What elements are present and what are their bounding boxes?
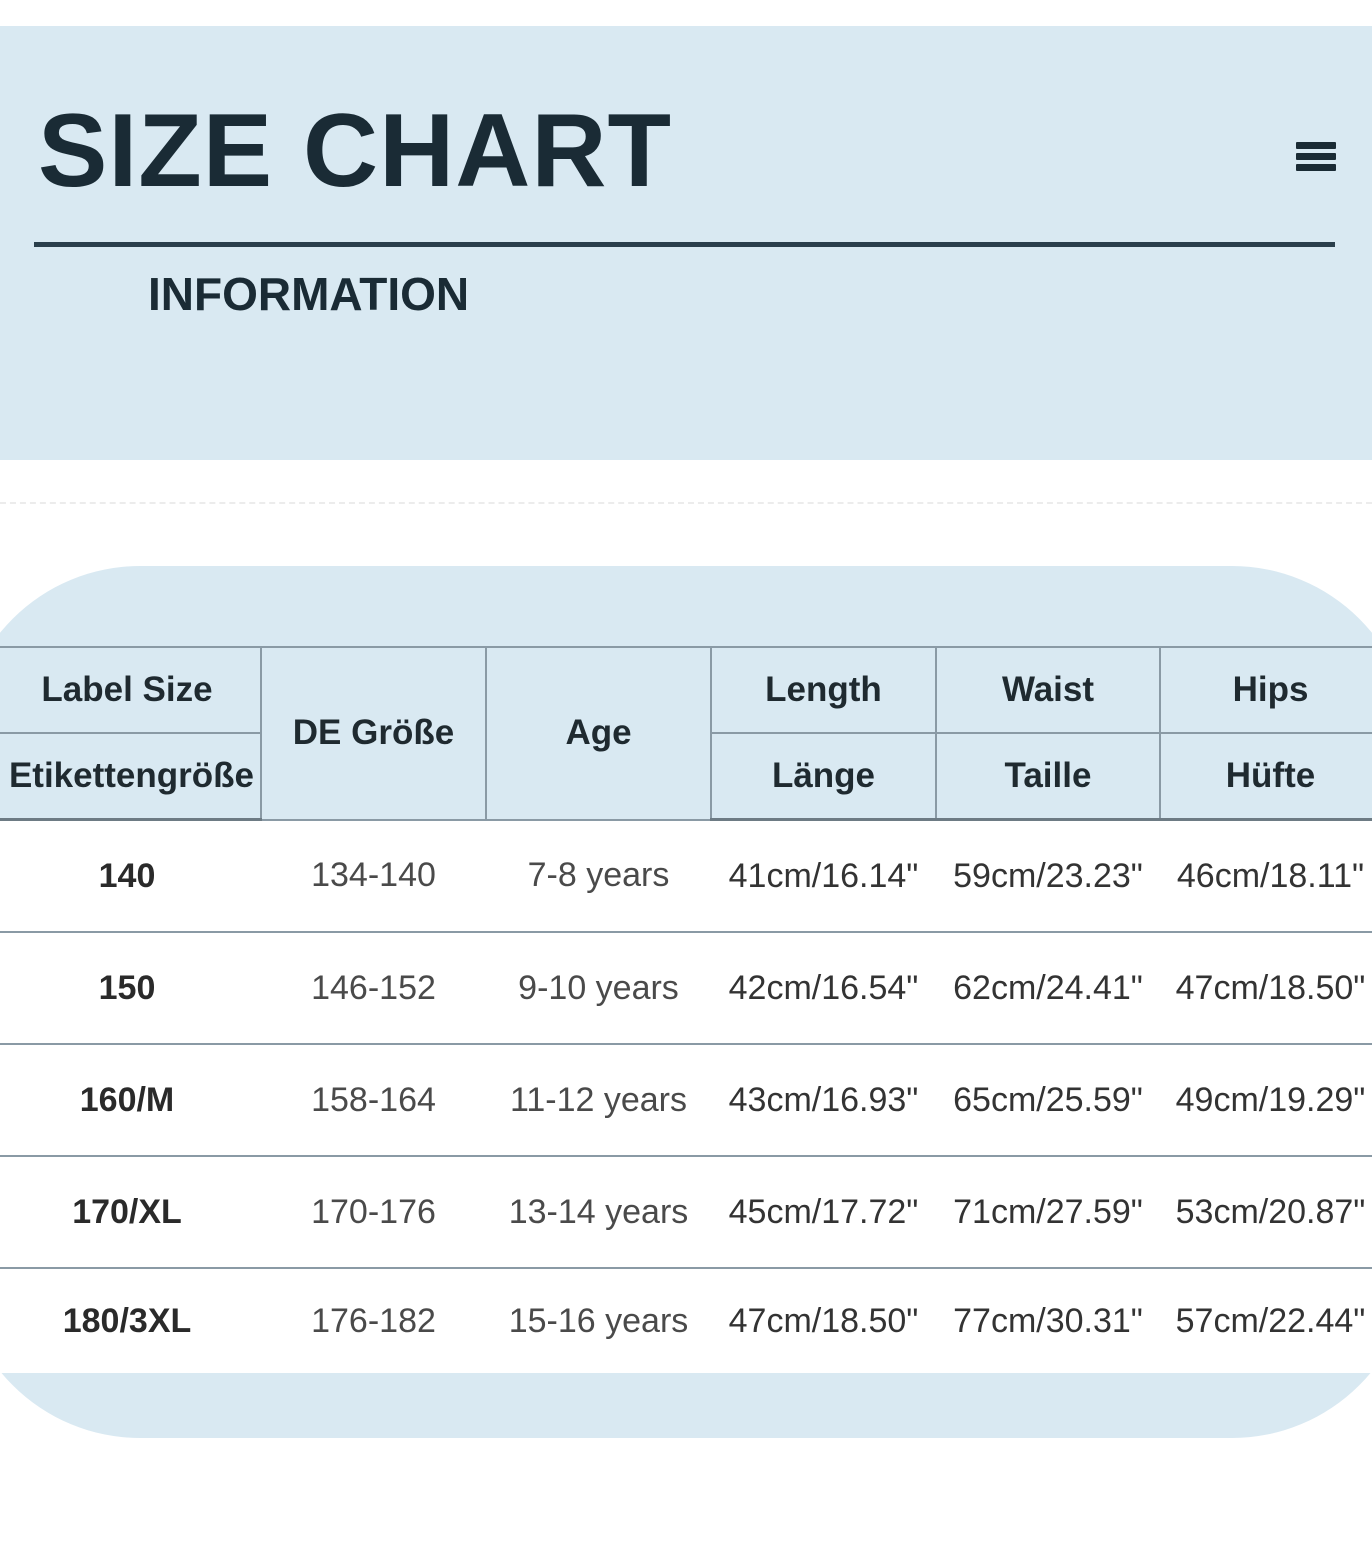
cell-label-size: 180/3XL xyxy=(0,1268,261,1373)
cell-length: 42cm/16.54" xyxy=(711,932,936,1045)
cell-hips: 53cm/20.87" xyxy=(1160,1156,1372,1269)
header-age: Age xyxy=(485,646,712,821)
header-de-size: DE Größe xyxy=(260,646,487,821)
cell-length: 41cm/16.14" xyxy=(711,819,936,933)
hamburger-menu-icon[interactable] xyxy=(1296,140,1336,174)
cell-label-size: 150 xyxy=(0,932,261,1045)
cell-waist: 65cm/25.59" xyxy=(936,1044,1160,1157)
header-length: Length xyxy=(710,646,937,734)
cell-waist: 59cm/23.23" xyxy=(936,819,1160,933)
table-row: 180/3XL 176-182 15-16 years 47cm/18.50" … xyxy=(0,1268,1372,1373)
header-waist-de: Taille xyxy=(935,732,1161,821)
cell-de-size: 158-164 xyxy=(261,1044,486,1157)
cell-de-size: 134-140 xyxy=(261,819,486,933)
menu-bar xyxy=(1296,142,1336,149)
cell-de-size: 146-152 xyxy=(261,932,486,1045)
cell-waist: 71cm/27.59" xyxy=(936,1156,1160,1269)
table-row: 150 146-152 9-10 years 42cm/16.54" 62cm/… xyxy=(0,932,1372,1045)
cell-hips: 49cm/19.29" xyxy=(1160,1044,1372,1157)
table-row: 170/XL 170-176 13-14 years 45cm/17.72" 7… xyxy=(0,1156,1372,1269)
header-length-de: Länge xyxy=(710,732,937,821)
menu-bar xyxy=(1296,164,1336,171)
title-underline xyxy=(34,242,1335,247)
size-table: Label Size DE Größe Age Length Waist Hip… xyxy=(0,646,1372,1373)
page-title: SIZE CHART xyxy=(38,93,672,209)
cell-de-size: 176-182 xyxy=(261,1268,486,1373)
cell-age: 13-14 years xyxy=(486,1156,711,1269)
cell-age: 7-8 years xyxy=(486,819,711,933)
cell-de-size: 170-176 xyxy=(261,1156,486,1269)
cell-length: 47cm/18.50" xyxy=(711,1268,936,1373)
cell-length: 43cm/16.93" xyxy=(711,1044,936,1157)
cell-waist: 62cm/24.41" xyxy=(936,932,1160,1045)
header-hips: Hips xyxy=(1159,646,1372,734)
header-label-size-de: Etikettengröße xyxy=(0,732,262,821)
cell-label-size: 170/XL xyxy=(0,1156,261,1269)
header-waist: Waist xyxy=(935,646,1161,734)
header-label-size: Label Size xyxy=(0,646,262,734)
cell-age: 9-10 years xyxy=(486,932,711,1045)
cell-hips: 46cm/18.11" xyxy=(1160,819,1372,933)
cell-length: 45cm/17.72" xyxy=(711,1156,936,1269)
header-hips-de: Hüfte xyxy=(1159,732,1372,821)
cell-label-size: 160/M xyxy=(0,1044,261,1157)
cell-waist: 77cm/30.31" xyxy=(936,1268,1160,1373)
table-row: 160/M 158-164 11-12 years 43cm/16.93" 65… xyxy=(0,1044,1372,1157)
cell-hips: 57cm/22.44" xyxy=(1160,1268,1372,1373)
cell-hips: 47cm/18.50" xyxy=(1160,932,1372,1045)
page-subtitle: INFORMATION xyxy=(148,268,470,320)
table-row: 140 134-140 7-8 years 41cm/16.14" 59cm/2… xyxy=(0,819,1372,933)
header-row-english: Label Size DE Größe Age Length Waist Hip… xyxy=(0,646,1372,821)
cell-label-size: 140 xyxy=(0,819,261,933)
cell-age: 11-12 years xyxy=(486,1044,711,1157)
cell-age: 15-16 years xyxy=(486,1268,711,1373)
menu-bar xyxy=(1296,153,1336,160)
section-divider xyxy=(0,502,1372,504)
